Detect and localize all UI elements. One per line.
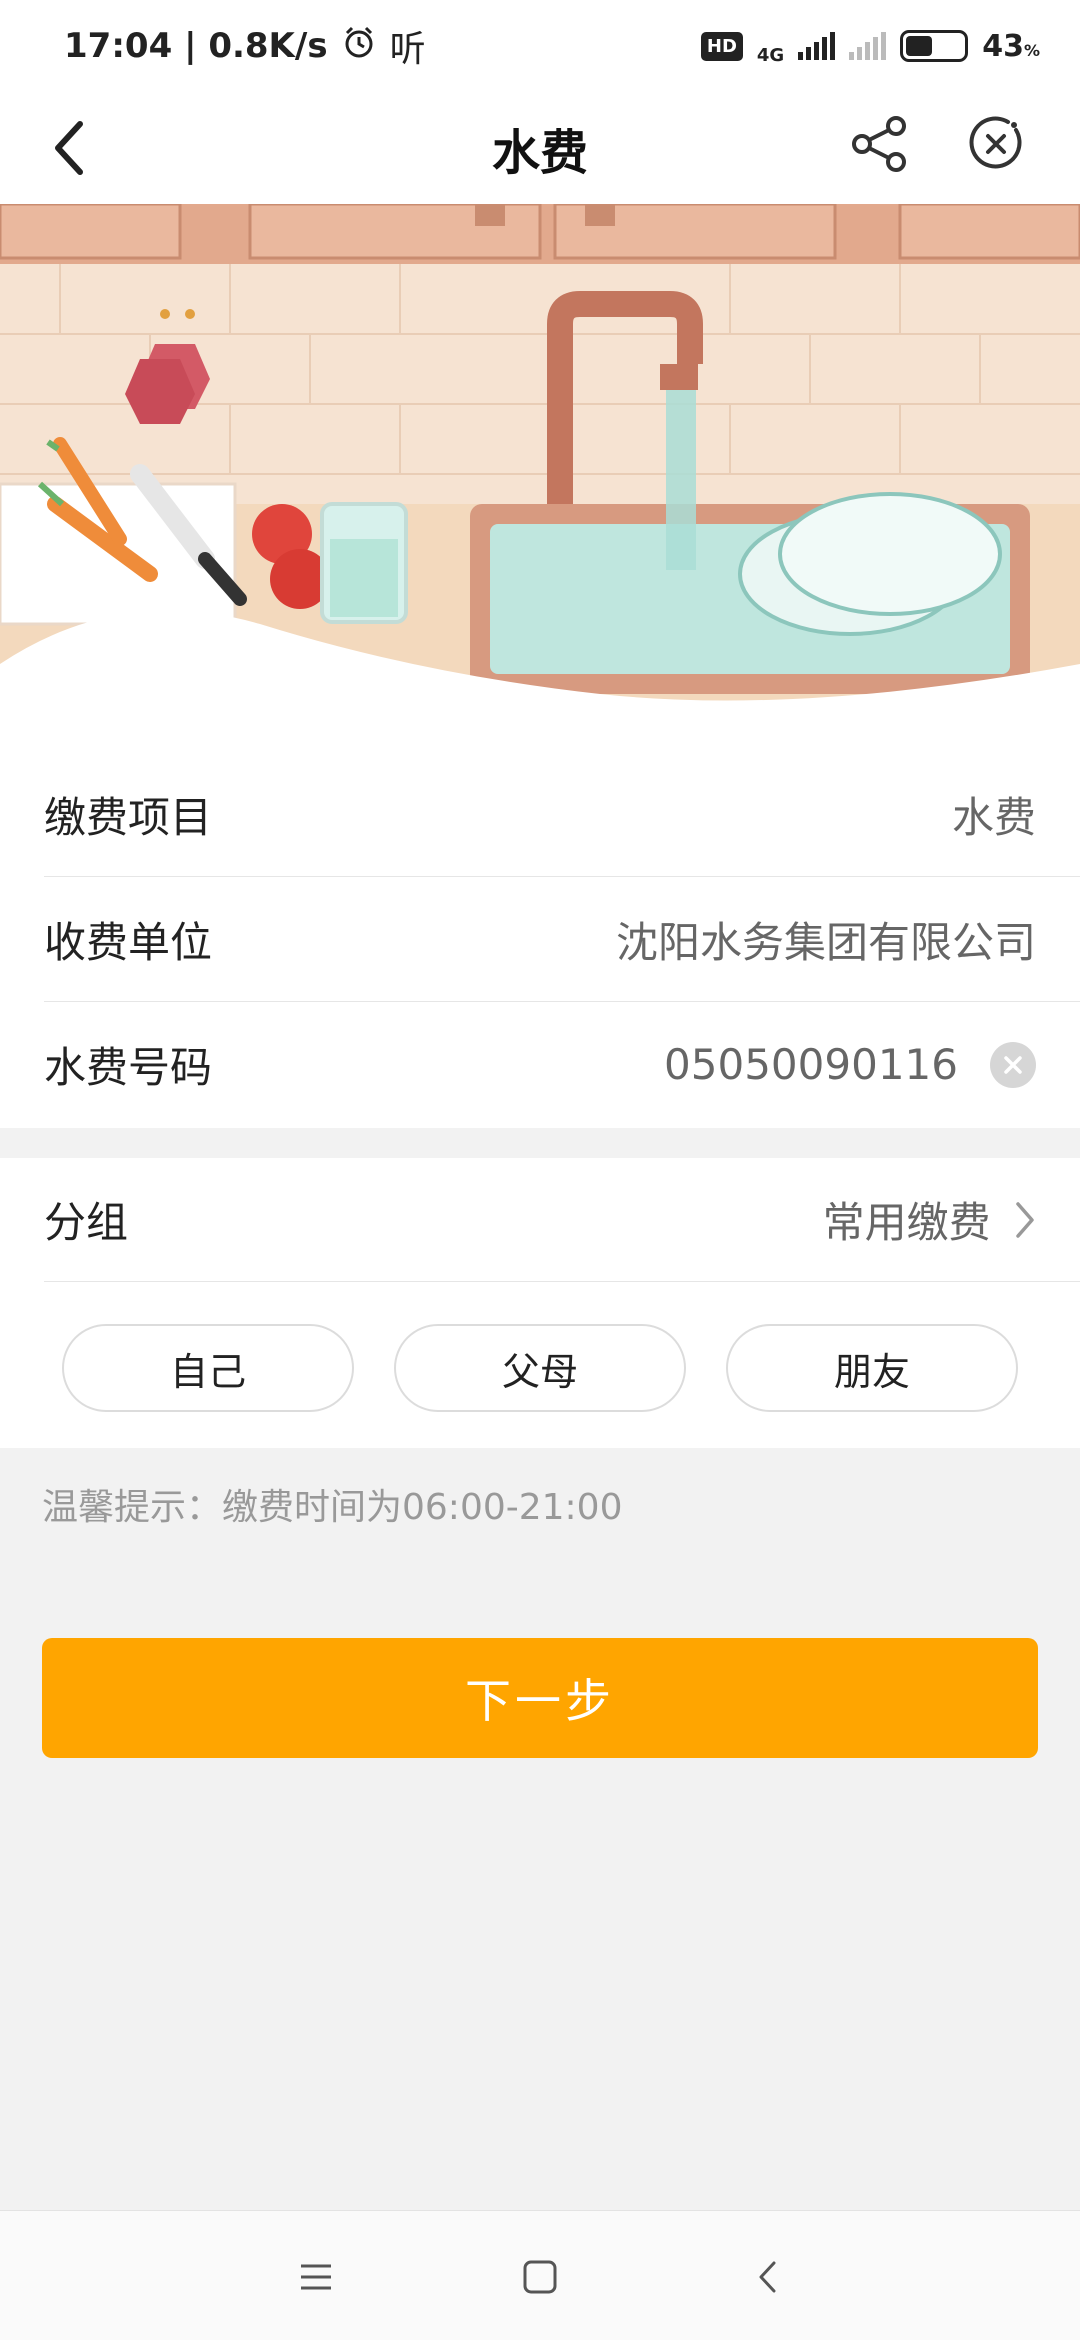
menu-icon[interactable] xyxy=(286,2247,346,2307)
signal-icon xyxy=(798,32,836,60)
battery-level: 43% xyxy=(982,28,1040,64)
page-title: 水费 xyxy=(491,125,588,181)
billing-unit-row: 收费单位 沈阳水务集团有限公司 xyxy=(44,877,1080,1002)
group-options: 自己 父母 朋友 xyxy=(0,1282,1080,1412)
system-nav-bar xyxy=(0,2210,1080,2340)
status-left: 17:04 | 0.8K/s 听 xyxy=(64,20,426,72)
close-circle-icon[interactable] xyxy=(964,112,1028,176)
group-value: 常用缴费 xyxy=(822,1197,991,1247)
group-option-parents[interactable]: 父母 xyxy=(394,1324,686,1412)
billing-unit-value: 沈阳水务集团有限公司 xyxy=(615,917,1036,967)
alarm-icon xyxy=(342,25,376,68)
clear-icon[interactable] xyxy=(990,1041,1036,1088)
status-right: HD 4G 43% xyxy=(700,27,1040,66)
payment-item-value: 水费 xyxy=(951,792,1036,842)
network-label: 4G xyxy=(756,44,785,66)
status-time: 17:04 | 0.8K/s xyxy=(64,26,328,66)
status-bar: 17:04 | 0.8K/s 听 HD 4G 43% xyxy=(0,0,1080,92)
account-number-input[interactable]: 05050090116 xyxy=(664,1040,958,1089)
share-icon[interactable] xyxy=(848,112,912,176)
chevron-right-icon xyxy=(1014,1200,1036,1250)
next-step-button[interactable]: 下一步 xyxy=(42,1638,1038,1758)
payment-time-tip: 温馨提示：缴费时间为06:00-21:00 xyxy=(42,1487,623,1528)
group-option-friends[interactable]: 朋友 xyxy=(726,1324,1018,1412)
banner-illustration xyxy=(0,204,1080,760)
back-icon[interactable] xyxy=(738,2247,798,2307)
group-label: 分组 xyxy=(44,1198,129,1247)
group-row[interactable]: 分组 常用缴费 xyxy=(44,1158,1080,1282)
account-number-wrap: 05050090116 xyxy=(664,1040,1036,1089)
account-number-label: 水费号码 xyxy=(44,1043,213,1092)
payment-item-label: 缴费项目 xyxy=(44,792,213,842)
nav-bar: 水费 xyxy=(0,92,1080,204)
back-arrow-icon[interactable] xyxy=(40,118,100,178)
battery-icon xyxy=(900,30,969,62)
signal-secondary-icon xyxy=(849,32,887,60)
home-icon[interactable] xyxy=(510,2247,570,2307)
group-card: 分组 常用缴费 自己 父母 朋友 xyxy=(0,1158,1080,1448)
hd-badge: HD xyxy=(700,31,743,61)
group-option-self[interactable]: 自己 xyxy=(62,1324,354,1412)
listen-label: 听 xyxy=(389,29,426,70)
account-number-row: 水费号码 05050090116 xyxy=(44,1002,1080,1127)
group-value-wrap: 常用缴费 xyxy=(823,1189,1036,1251)
payment-info-card: 缴费项目 水费 收费单位 沈阳水务集团有限公司 水费号码 05050090116 xyxy=(0,752,1080,1128)
billing-unit-label: 收费单位 xyxy=(44,917,213,967)
payment-item-row: 缴费项目 水费 xyxy=(44,752,1080,877)
